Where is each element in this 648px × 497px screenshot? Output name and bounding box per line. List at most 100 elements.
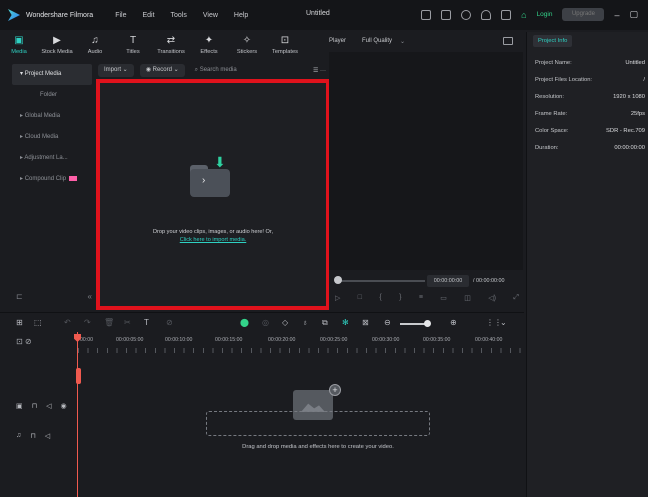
audio-mute-icon[interactable]: ◁ (46, 402, 51, 410)
collapse-sidebar-icon[interactable]: « (88, 292, 92, 301)
sidebar-item-compound-clip[interactable]: ▸ Compound Clip (12, 169, 92, 190)
menu-file[interactable]: File (115, 12, 126, 19)
multi-track-icon[interactable]: ⊞ (16, 319, 23, 327)
record-voice-icon[interactable]: ◎ (262, 319, 269, 327)
microphone-icon[interactable]: ♁ (302, 319, 308, 327)
ai-tools-icon[interactable]: ⧉ (322, 319, 328, 327)
menu-tools[interactable]: Tools (171, 12, 187, 19)
volume-icon[interactable]: ◁) (488, 294, 496, 302)
media-sidebar: ▾ Project Media Folder ▸ Global Media ▸ … (12, 60, 92, 310)
split-icon[interactable]: ✂ (124, 319, 131, 327)
video-track-header: ▣ ⊓ ◁ ◉ (16, 402, 67, 410)
tab-transitions[interactable]: ⇄ Transitions (152, 30, 190, 60)
record-button[interactable]: ◉ Record ⌄ (139, 63, 185, 77)
sidebar-item-adjustment-layer[interactable]: ▸ Adjustment La... (12, 148, 92, 169)
tab-effects[interactable]: ✦ Effects (190, 30, 228, 60)
timeline-drop-zone[interactable] (206, 411, 430, 436)
fullscreen-icon[interactable]: ⤢ (513, 294, 519, 302)
menu-view[interactable]: View (203, 12, 218, 19)
new-folder-icon[interactable]: ⊏ (16, 292, 23, 301)
menu-edit[interactable]: Edit (142, 12, 154, 19)
shield-icon[interactable]: ◇ (282, 319, 288, 327)
playhead[interactable] (77, 332, 78, 497)
playback-scrubber[interactable] (337, 280, 425, 282)
snapshot-icon[interactable] (503, 37, 513, 45)
templates-icon: ⊡ (280, 35, 290, 46)
import-button[interactable]: Import ⌄ (98, 63, 134, 77)
media-drop-area[interactable]: ⬇ › Drop your video clips, images, or au… (96, 79, 330, 310)
display-icon[interactable]: ▭ (440, 294, 447, 302)
monitor-icon[interactable] (421, 9, 432, 20)
snap-icon[interactable]: ✻ (342, 319, 349, 327)
apps-grid-icon[interactable] (501, 9, 512, 20)
stop-icon[interactable]: □ (358, 294, 362, 302)
cart-icon[interactable]: ⌂ (521, 10, 526, 20)
tab-project-info[interactable]: Project Info (533, 35, 573, 47)
titles-icon: T (129, 35, 137, 46)
titlebar-actions: ⌂ Login Upgrade – ▢ (421, 8, 638, 21)
redo-icon[interactable]: ↷ (84, 319, 91, 327)
zoom-in-icon[interactable]: ⊕ (450, 319, 457, 327)
mark-out-icon[interactable]: } (399, 294, 401, 302)
project-title: Untitled (306, 10, 330, 17)
tab-titles[interactable]: T Titles (114, 30, 152, 60)
select-tool-icon[interactable]: ⬚ (34, 319, 42, 327)
lock-icon[interactable]: ⊓ (30, 432, 35, 440)
visibility-eye-icon[interactable]: ◉ (60, 402, 66, 410)
menu-help[interactable]: Help (234, 12, 248, 19)
audio-mute-icon[interactable]: ◁ (45, 432, 50, 440)
prop-color-space: Color Space: SDR - Rec.709 (535, 128, 645, 134)
app-name: Wondershare Filmora (26, 11, 94, 19)
player-control-icons: ▷ □ { } ≡ ▭ ◫ ◁) ⤢ (335, 294, 519, 302)
login-button[interactable]: Login (537, 11, 553, 18)
delete-icon[interactable]: 🗑︎ (104, 319, 114, 327)
notification-icon[interactable] (481, 9, 492, 20)
prop-frame-rate: Frame Rate: 25fps (535, 111, 645, 117)
filmora-logo-icon (8, 9, 20, 21)
restore-button[interactable]: ▢ (629, 9, 638, 20)
minimize-button[interactable]: – (614, 10, 619, 20)
stickers-icon: ✧ (242, 35, 252, 46)
tab-audio[interactable]: ♫ Audio (76, 30, 114, 60)
menu-icon[interactable]: ≡ (419, 294, 423, 302)
text-tool-icon[interactable]: T (144, 319, 149, 327)
prop-project-name: Project Name: Untitled (535, 60, 645, 66)
timeline-hint: Drag and drop media and effects here to … (242, 444, 394, 450)
sidebar-item-folder[interactable]: Folder (12, 85, 92, 106)
zoom-slider-handle[interactable] (424, 320, 431, 327)
scrubber-handle[interactable] (334, 276, 342, 284)
upgrade-button[interactable]: Upgrade (562, 8, 605, 21)
timeline-toolbar: ⊞ ⬚ ↶ ↷ 🗑︎ ✂ T ⊘ ⬤ ◎ ◇ ♁ ⧉ ✻ ⊠ ⊖ ⊕ ⋮⋮ ⌄ (0, 312, 524, 332)
marker-icon[interactable]: ⊠ (362, 319, 369, 327)
zoom-out-icon[interactable]: ⊖ (384, 319, 391, 327)
chevron-down-icon[interactable]: ⌄ (400, 38, 405, 45)
quality-select[interactable]: Full Quality (362, 38, 392, 44)
import-media-link[interactable]: Click here to import media. (100, 236, 326, 244)
tab-stickers[interactable]: ✧ Stickers (228, 30, 266, 60)
media-icon: ▣ (14, 35, 24, 46)
undo-icon[interactable]: ↶ (64, 319, 71, 327)
mark-in-icon[interactable]: { (379, 294, 381, 302)
sidebar-item-cloud-media[interactable]: ▸ Cloud Media (12, 127, 92, 148)
cloud-icon[interactable] (461, 9, 472, 20)
lock-icon[interactable]: ⊓ (32, 402, 37, 410)
more-options-icon[interactable]: ⌄ (500, 319, 507, 327)
search-input[interactable]: ⌕ Search media (195, 67, 237, 74)
filter-icon[interactable]: ☰ ··· (313, 67, 326, 74)
new-badge-icon (69, 175, 78, 181)
play-icon[interactable]: ▷ (335, 294, 340, 302)
player-label: Player (329, 38, 347, 44)
tab-media[interactable]: ▣ Media (0, 30, 38, 60)
layout-icon[interactable] (441, 9, 452, 20)
sidebar-item-project-media[interactable]: ▾ Project Media (12, 64, 92, 85)
playhead-knob[interactable] (76, 368, 81, 384)
add-track-icon[interactable]: ⊡ ⊘ (16, 337, 32, 346)
camera-icon[interactable]: ◫ (464, 294, 471, 302)
effects-icon: ✦ (204, 35, 214, 46)
sidebar-item-global-media[interactable]: ▸ Global Media (12, 106, 92, 127)
tab-stock-media[interactable]: ▶ Stock Media (38, 30, 76, 60)
auto-highlight-icon[interactable]: ⬤ (240, 319, 249, 327)
tab-templates[interactable]: ⊡ Templates (266, 30, 304, 60)
color-icon[interactable]: ⊘ (166, 319, 173, 327)
project-info-panel: Project Info Project Name: Untitled Proje… (526, 32, 648, 497)
